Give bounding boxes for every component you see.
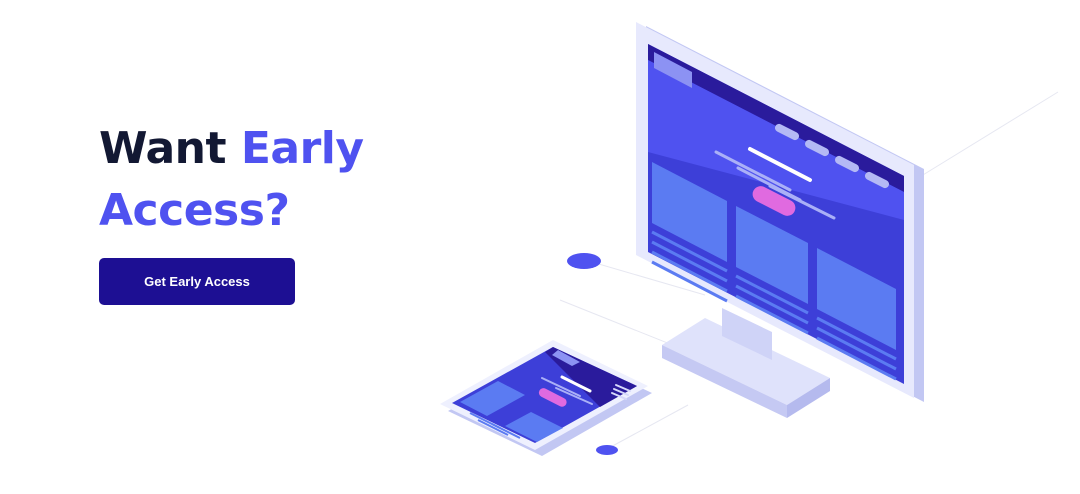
desktop-monitor-icon	[636, 22, 924, 418]
devices-illustration	[440, 22, 1059, 456]
connector-dot-icon	[567, 253, 601, 269]
connector-dot-icon	[596, 445, 618, 455]
smartphone-icon	[440, 340, 652, 456]
early-access-section: Want Early Access? Get Early Access	[0, 0, 1080, 494]
